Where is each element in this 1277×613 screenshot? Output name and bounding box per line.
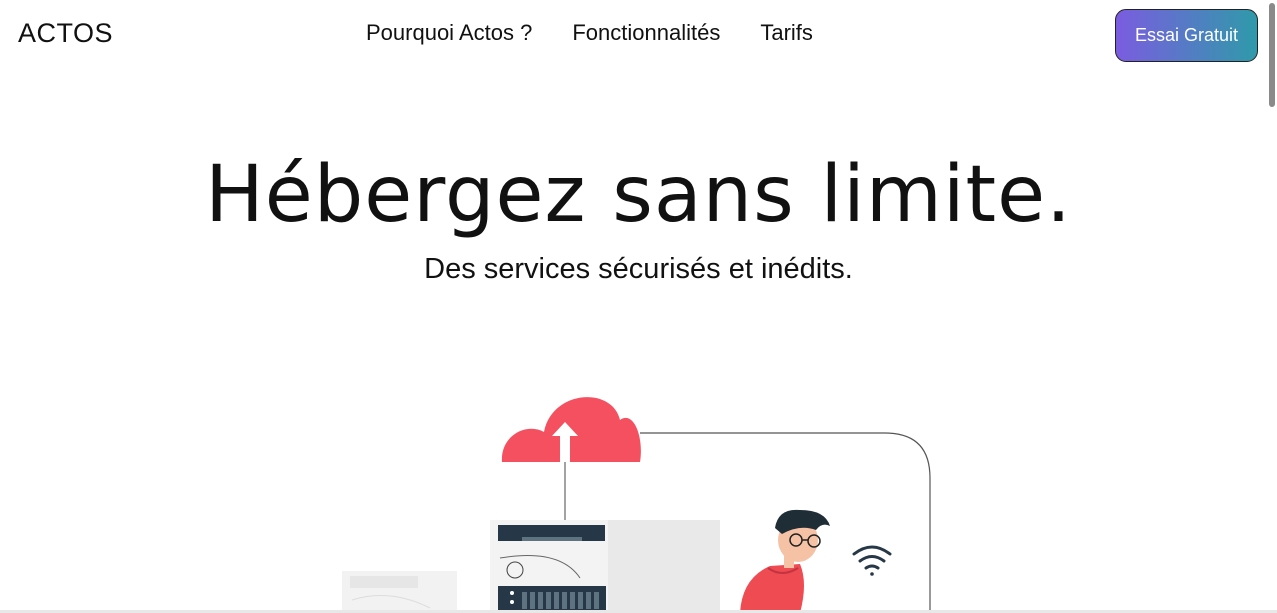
wifi-icon (852, 545, 892, 576)
free-trial-button[interactable]: Essai Gratuit (1115, 9, 1258, 62)
hero-illustration (342, 397, 931, 613)
nav-link-pourquoi[interactable]: Pourquoi Actos ? (366, 20, 532, 46)
nav-links: Pourquoi Actos ? Fonctionnalités Tarifs (366, 20, 813, 46)
person-figure (740, 509, 830, 613)
faded-server (342, 571, 457, 613)
nav-link-fonctionnalites[interactable]: Fonctionnalités (572, 20, 720, 46)
navbar: ACTOS Pourquoi Actos ? Fonctionnalités T… (0, 0, 1277, 70)
scrollbar[interactable] (1267, 0, 1277, 613)
scrollbar-thumb[interactable] (1269, 3, 1275, 107)
nav-link-tarifs[interactable]: Tarifs (760, 20, 813, 46)
server-rack (490, 520, 720, 613)
hero-subtitle: Des services sécurisés et inédits. (424, 253, 853, 285)
hero-title: Hébergez sans limite. (205, 150, 1072, 240)
cloud-upload-icon (501, 397, 641, 462)
brand-logo[interactable]: ACTOS (18, 18, 113, 49)
